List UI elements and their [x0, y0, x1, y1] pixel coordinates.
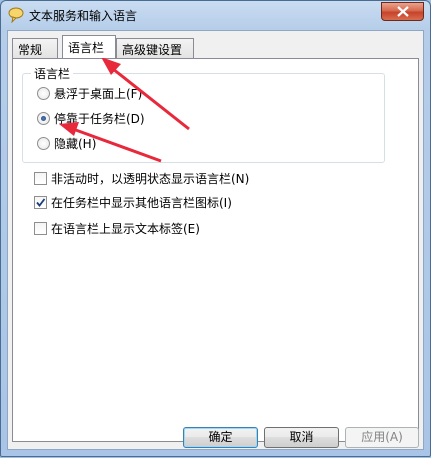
- checkbox-icon: [34, 222, 47, 235]
- checkbox-checked-icon: [34, 196, 47, 209]
- close-icon: [397, 6, 409, 17]
- radio-label: 停靠于任务栏(D): [54, 112, 145, 126]
- checkbox-transparent-when-inactive[interactable]: 非活动时，以透明状态显示语言栏(N): [34, 171, 249, 187]
- dialog-window: 文本服务和输入语言 常规 语言栏 高级键设置 语言栏 悬浮于桌面上(F) 停靠于…: [0, 0, 431, 457]
- apply-button[interactable]: 应用(A): [345, 427, 419, 448]
- radio-label: 隐藏(H): [54, 137, 97, 151]
- tab-general[interactable]: 常规: [12, 38, 58, 58]
- tab-advanced-key-settings[interactable]: 高级键设置: [116, 38, 194, 58]
- tab-general-label: 常规: [18, 43, 43, 57]
- radio-button-icon: [37, 137, 50, 150]
- checkbox-icon: [34, 172, 47, 185]
- checkbox-show-additional-icons[interactable]: 在任务栏中显示其他语言栏图标(I): [34, 195, 232, 211]
- tab-panel: 语言栏 悬浮于桌面上(F) 停靠于任务栏(D) 隐藏(H) 非活动时，以透明状态…: [12, 58, 419, 442]
- tab-advanced-key-settings-label: 高级键设置: [122, 43, 183, 57]
- checkbox-label: 在语言栏上显示文本标签(E): [51, 222, 200, 236]
- window-title: 文本服务和输入语言: [29, 9, 138, 23]
- radio-hidden[interactable]: 隐藏(H): [37, 136, 96, 152]
- radio-button-selected-icon: [37, 112, 50, 125]
- checkmark-icon: [36, 198, 46, 207]
- radio-float-on-desktop[interactable]: 悬浮于桌面上(F): [37, 86, 142, 102]
- cancel-button[interactable]: 取消: [264, 427, 339, 448]
- close-button[interactable]: [381, 2, 424, 21]
- radio-dock-in-taskbar[interactable]: 停靠于任务栏(D): [37, 111, 145, 127]
- tab-language-bar-label: 语言栏: [68, 41, 105, 55]
- checkbox-label: 在任务栏中显示其他语言栏图标(I): [51, 196, 232, 210]
- speech-bubble-icon: [8, 7, 24, 23]
- groupbox-label: 语言栏: [31, 65, 74, 82]
- radio-label: 悬浮于桌面上(F): [54, 87, 143, 101]
- checkbox-show-text-labels[interactable]: 在语言栏上显示文本标签(E): [34, 221, 200, 237]
- dialog-client-area: 常规 语言栏 高级键设置 语言栏 悬浮于桌面上(F) 停靠于任务栏(D) 隐藏(…: [7, 30, 424, 450]
- ok-button[interactable]: 确定: [183, 427, 258, 448]
- language-bar-groupbox: 语言栏 悬浮于桌面上(F) 停靠于任务栏(D) 隐藏(H): [22, 65, 385, 163]
- checkbox-label: 非活动时，以透明状态显示语言栏(N): [51, 172, 250, 186]
- radio-button-icon: [37, 87, 50, 100]
- tab-language-bar[interactable]: 语言栏: [62, 35, 116, 58]
- title-bar[interactable]: 文本服务和输入语言: [1, 1, 430, 29]
